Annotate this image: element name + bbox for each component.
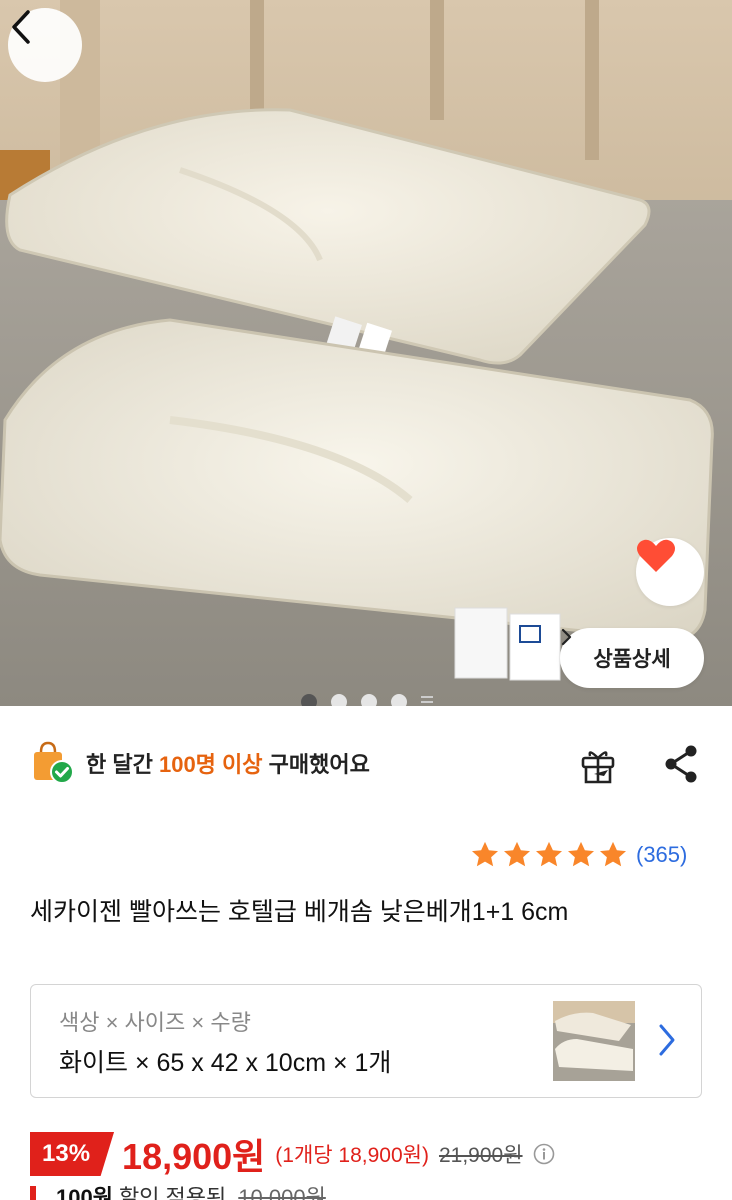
star-icon xyxy=(568,841,594,867)
star-rating xyxy=(470,840,628,870)
coupon-text: 할인 적용된 xyxy=(118,1185,227,1200)
banner-prefix: 한 달간 xyxy=(86,752,153,777)
star-icon xyxy=(504,841,530,867)
pagination-dot[interactable] xyxy=(331,694,347,706)
sale-price: 18,900원 xyxy=(122,1136,266,1177)
coupon-amount: 100원 xyxy=(56,1185,113,1200)
banner-highlight: 100명 이상 xyxy=(158,752,263,777)
pagination-dot[interactable] xyxy=(361,694,377,706)
shopping-bag-check-icon xyxy=(34,741,74,784)
heart-icon xyxy=(637,539,675,572)
gallery-pagination xyxy=(1,694,732,706)
banner-suffix: 구매했어요 xyxy=(268,752,370,777)
price-row: 13% 18,900원 (1개당 18,900원) 21,900원 xyxy=(30,1128,555,1180)
product-title: 세카이젠 빨아쓰는 호텔급 베개솜 낮은베개1+1 6cm xyxy=(30,898,569,926)
product-actions xyxy=(578,744,698,786)
info-icon[interactable] xyxy=(533,1143,555,1165)
star-icon xyxy=(536,841,562,867)
chevron-left-icon xyxy=(12,10,30,44)
review-count[interactable]: (365) xyxy=(636,842,687,868)
more-images-icon[interactable] xyxy=(421,694,433,706)
product-detail-button[interactable]: 상품상세 xyxy=(560,628,704,688)
option-selector[interactable]: 색상 × 사이즈 × 수량 화이트 × 65 x 42 x 10cm × 1개 xyxy=(30,984,702,1098)
back-button[interactable] xyxy=(8,8,82,82)
coupon-marker xyxy=(30,1186,36,1200)
pagination-dot[interactable] xyxy=(301,694,317,706)
chevron-right-icon xyxy=(561,628,572,646)
chevron-right-icon[interactable] xyxy=(657,1023,677,1057)
original-price: 21,900원 xyxy=(438,1144,523,1167)
product-photo xyxy=(0,0,732,706)
gift-icon[interactable] xyxy=(578,744,618,786)
star-icon xyxy=(472,841,498,867)
share-icon[interactable] xyxy=(664,744,698,784)
rating[interactable]: (365) xyxy=(470,840,687,870)
coupon-strike-price: 10,000원 xyxy=(238,1185,326,1200)
product-image-gallery[interactable]: 상품상세 xyxy=(0,0,732,706)
option-label: 색상 × 사이즈 × 수량 xyxy=(59,1010,251,1035)
purchase-count-banner: 한 달간 100명 이상 구매했어요 xyxy=(30,740,370,786)
option-thumbnail xyxy=(553,1001,635,1081)
star-icon xyxy=(600,841,626,867)
coupon-row: 100원 할인 적용된 10,000원 xyxy=(30,1180,326,1200)
pagination-dot[interactable] xyxy=(391,694,407,706)
product-detail-label: 상품상세 xyxy=(593,648,671,671)
like-button[interactable] xyxy=(636,538,704,606)
unit-price: (1개당 18,900원) xyxy=(275,1144,429,1167)
option-value: 화이트 × 65 x 42 x 10cm × 1개 xyxy=(59,1049,392,1077)
discount-badge: 13% xyxy=(30,1132,115,1176)
